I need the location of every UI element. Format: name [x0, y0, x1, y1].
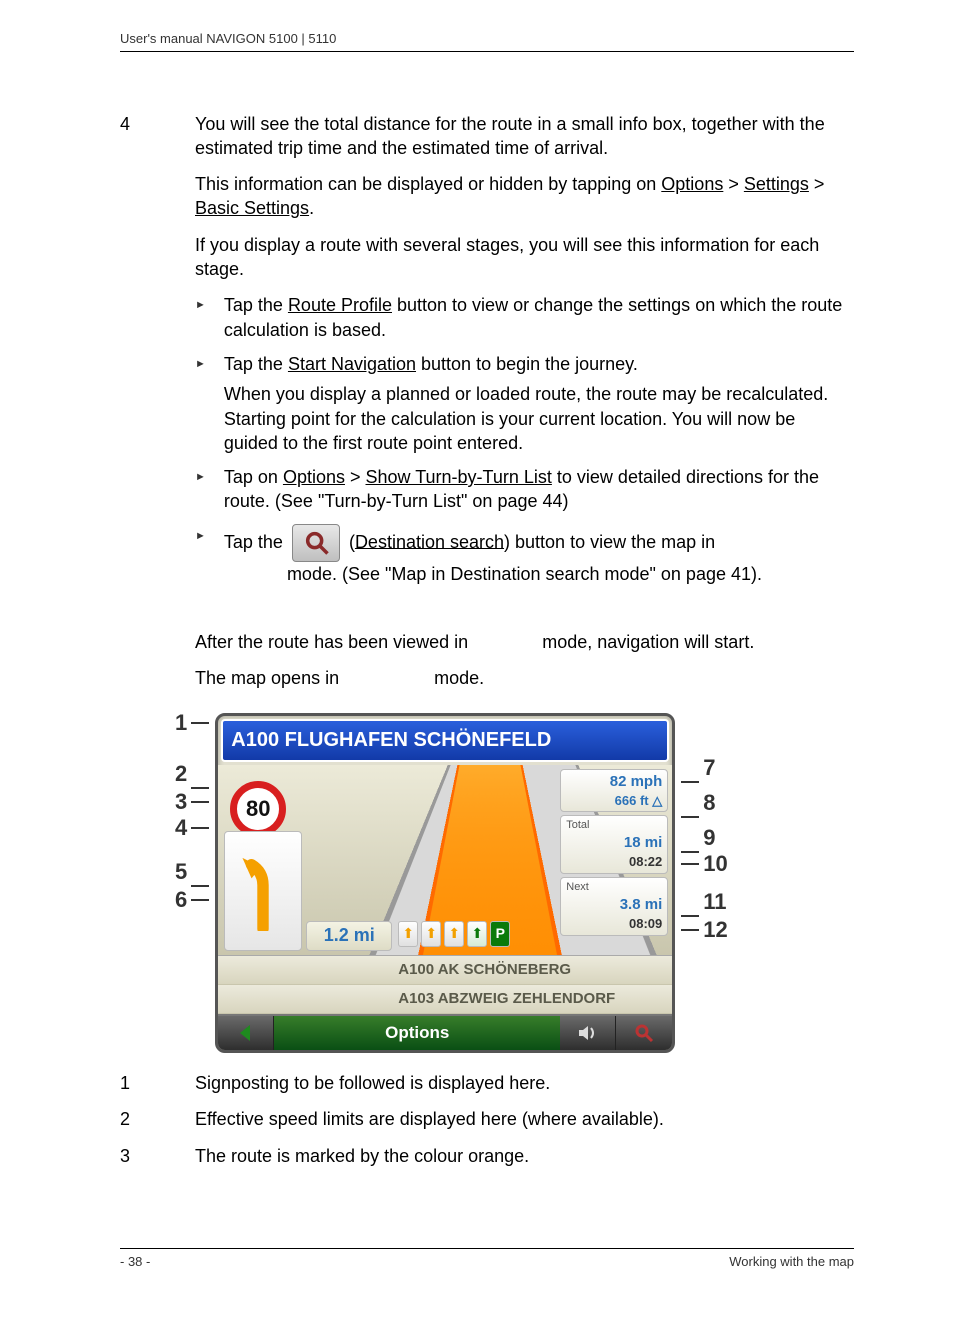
callout-5: 5: [175, 857, 187, 887]
text: button to begin the journey.: [416, 354, 638, 374]
next-box: Next 3.8 mi 08:09: [560, 877, 668, 936]
total-box: Total 18 mi 08:22: [560, 815, 668, 874]
next-eta: 08:09: [566, 915, 662, 933]
back-button[interactable]: [218, 1016, 274, 1050]
text: After the route has been viewed in: [195, 632, 473, 652]
next-street: A103 ABZWEIG ZEHLENDORF: [218, 985, 672, 1014]
total-eta: 08:22: [566, 853, 662, 871]
list-item: Tap the Route Profile button to view or …: [195, 293, 854, 342]
text: mode.: [429, 668, 484, 688]
lane-icon: ⬆: [398, 921, 418, 947]
next-label: Next: [566, 880, 662, 895]
signpost-bar: A100 FLUGHAFEN SCHÖNEFELD: [221, 719, 669, 762]
callout-6: 6: [175, 885, 187, 915]
explain-3: 3 The route is marked by the colour oran…: [120, 1144, 854, 1168]
elevation: 666 ft △: [566, 792, 662, 810]
callout-11: 11: [703, 887, 726, 917]
current-street: A100 AK SCHÖNEBERG: [218, 956, 672, 985]
total-distance: 18 mi: [566, 833, 662, 853]
options-button[interactable]: Options: [274, 1016, 560, 1050]
search-button[interactable]: [616, 1016, 672, 1050]
text: The map opens in: [195, 668, 344, 688]
text: Tap the: [224, 295, 288, 315]
callout-4: 4: [175, 813, 187, 843]
explain-num: 2: [120, 1107, 150, 1131]
para: The map opens in Navigation mode.: [195, 666, 854, 690]
explain-text: Effective speed limits are displayed her…: [195, 1107, 664, 1131]
callout-7: 7: [703, 753, 715, 783]
text: >: [345, 467, 366, 487]
step-4: 4 You will see the total distance for th…: [120, 112, 854, 596]
street-bar: A100 AK SCHÖNEBERG A103 ABZWEIG ZEHLENDO…: [218, 955, 672, 1015]
info-stack: 82 mph 666 ft △ Total 18 mi 08:22 Next 3…: [560, 769, 668, 936]
hidden-mode: Navigation: [344, 668, 429, 688]
para: After the route has been viewed in Previ…: [195, 630, 854, 654]
total-label: Total: [566, 818, 662, 833]
text: mode. (See "Map in Destination search mo…: [282, 564, 762, 584]
right-callouts: 7 8 9 10 11 12: [677, 713, 727, 943]
text: .: [309, 198, 314, 218]
text: mode, navigation will start.: [537, 632, 754, 652]
para: If you display a route with several stag…: [195, 233, 854, 282]
text: This information can be displayed or hid…: [195, 174, 661, 194]
manual-header: User's manual NAVIGON 5100 | 5110: [120, 30, 854, 52]
basic-settings-link: Basic Settings: [195, 198, 309, 218]
callout-2: 2: [175, 759, 187, 789]
para: You will see the total distance for the …: [195, 112, 854, 161]
page-number: - 38 -: [120, 1253, 150, 1271]
hidden-mode: Preview: [473, 632, 537, 652]
route-profile-link: Route Profile: [288, 295, 392, 315]
start-navigation-link: Start Navigation: [288, 354, 416, 374]
explain-text: The route is marked by the colour orange…: [195, 1144, 529, 1168]
destination-search-link: Destination search: [355, 531, 504, 551]
explain-1: 1 Signposting to be followed is displaye…: [120, 1071, 854, 1095]
text: Tap the: [224, 531, 288, 551]
list-item: Tap the (Destination search) button to v…: [195, 524, 854, 586]
para: When you display a planned or loaded rou…: [224, 382, 854, 455]
map-view: 80 1.2 mi ⬆ ⬆ ⬆ ⬆ P 82 mph 666 ft △ Tota…: [218, 765, 672, 955]
left-callouts: 1 2 3 4 5 6: [175, 713, 213, 913]
bottom-bar: Options: [218, 1014, 672, 1050]
page-footer: - 38 - Working with the map: [120, 1248, 854, 1271]
options-link: Options: [283, 467, 345, 487]
text: >: [809, 174, 825, 194]
text: >: [723, 174, 744, 194]
lane-assist: ⬆ ⬆ ⬆ ⬆ P: [396, 919, 512, 949]
lane-parking-icon: P: [490, 921, 510, 947]
turn-distance: 1.2 mi: [306, 921, 392, 951]
settings-link: Settings: [744, 174, 809, 194]
current-speed: 82 mph: [566, 772, 662, 792]
navigation-device-figure: 1 2 3 4 5 6 A100 FLUGHAFEN SCHÖNEFELD 80…: [175, 713, 854, 1054]
turn-arrow: [224, 831, 302, 951]
section-intro: After the route has been viewed in Previ…: [120, 630, 854, 703]
step-text: You will see the total distance for the …: [195, 112, 854, 596]
explain-num: 3: [120, 1144, 150, 1168]
callout-12: 12: [703, 915, 727, 945]
volume-button[interactable]: [560, 1016, 616, 1050]
nav-device: A100 FLUGHAFEN SCHÖNEFELD 80 1.2 mi ⬆ ⬆ …: [215, 713, 675, 1054]
turn-distance-value: 1.2 mi: [324, 923, 375, 947]
step-number: 4: [120, 112, 150, 596]
explain-text: Signposting to be followed is displayed …: [195, 1071, 550, 1095]
list-item: Tap on Options > Show Turn-by-Turn List …: [195, 465, 854, 514]
para: This information can be displayed or hid…: [195, 172, 854, 221]
lane-icon: ⬆: [467, 921, 487, 947]
options-link: Options: [661, 174, 723, 194]
bullet-list: Tap the Route Profile button to view or …: [195, 293, 854, 586]
text: Tap the: [224, 354, 288, 374]
lane-icon: ⬆: [421, 921, 441, 947]
lane-icon: ⬆: [444, 921, 464, 947]
speed-limit-sign: 80: [230, 781, 286, 837]
speed-alt-box: 82 mph 666 ft △: [560, 769, 668, 813]
explain-num: 1: [120, 1071, 150, 1095]
turn-by-turn-link: Show Turn-by-Turn List: [366, 467, 552, 487]
text: ) button to view the map in: [504, 531, 720, 551]
footer-section: Working with the map: [729, 1253, 854, 1271]
callout-8: 8: [703, 788, 715, 818]
next-distance: 3.8 mi: [566, 895, 662, 915]
explain-2: 2 Effective speed limits are displayed h…: [120, 1107, 854, 1131]
list-item: Tap the Start Navigation button to begin…: [195, 352, 854, 455]
text: Tap on: [224, 467, 283, 487]
destination-search-icon: [292, 524, 340, 562]
